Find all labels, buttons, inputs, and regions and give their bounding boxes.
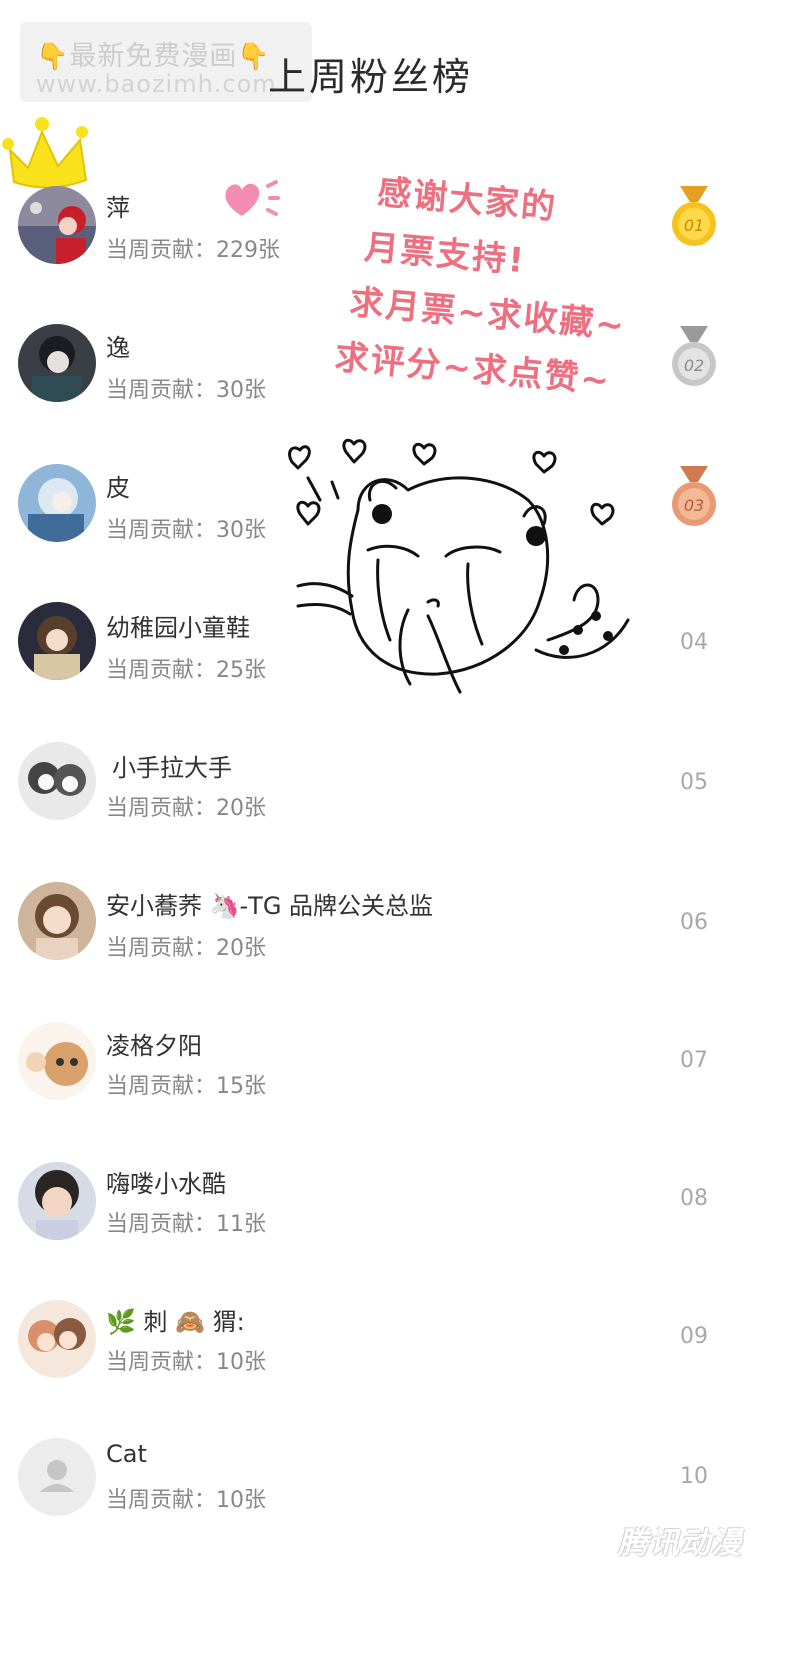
svg-text:02: 02 [684, 356, 704, 375]
fan-name: 萍 [106, 194, 130, 222]
rank-number: 06 [680, 910, 708, 935]
user-avatar[interactable] [18, 1162, 96, 1240]
fan-contribution: 当周贡献：15张 [106, 1074, 266, 1099]
user-avatar[interactable] [18, 742, 96, 820]
watermark-line1: 最新免费漫画 [69, 41, 238, 72]
pointing-hand-icon: 👇 [36, 42, 70, 72]
user-avatar[interactable] [18, 464, 96, 542]
pointing-hand-icon: 👇 [237, 42, 271, 72]
silver-medal-icon: 02 [672, 326, 716, 386]
cheer-line2: 月票支持! [362, 227, 528, 282]
fan-name: 嗨喽小水酷 [106, 1170, 226, 1198]
page-title: 上周粉丝榜 [268, 55, 474, 99]
fan-name: 🌿 刺 🙈 猬: [106, 1308, 245, 1336]
bronze-medal-icon: 03 [672, 466, 716, 526]
rank-number: 07 [680, 1048, 708, 1073]
fan-name: 安小蕎荞 🦄-TG 品牌公关总监 [106, 892, 434, 920]
fan-contribution: 当周贡献：229张 [106, 238, 280, 263]
fan-contribution: 当周贡献：10张 [106, 1488, 266, 1513]
fan-name: 幼稚园小童鞋 [106, 614, 250, 642]
fan-name: 逸 [106, 334, 130, 362]
fan-row[interactable]: 安小蕎荞 🦄-TG 品牌公关总监 当周贡献：20张 06 [0, 870, 800, 990]
user-avatar[interactable] [18, 324, 96, 402]
fan-contribution: 当周贡献：30张 [106, 518, 266, 543]
user-avatar[interactable] [18, 602, 96, 680]
user-avatar[interactable] [18, 1022, 96, 1100]
svg-text:03: 03 [684, 496, 704, 515]
fan-name: 小手拉大手 [112, 754, 232, 782]
fan-contribution: 当周贡献：20张 [106, 796, 266, 821]
fan-row[interactable]: 嗨喽小水酷 当周贡献：11张 08 [0, 1150, 800, 1270]
rank-number: 05 [680, 770, 708, 795]
default-avatar-icon[interactable] [18, 1438, 96, 1516]
watermark-line2: www.baozimh.com [36, 70, 277, 98]
fan-name: 皮 [106, 474, 130, 502]
user-avatar[interactable] [18, 1300, 96, 1378]
fan-contribution: 当周贡献：10张 [106, 1350, 266, 1375]
rank-number: 10 [680, 1464, 708, 1489]
cheer-message: 感谢大家的 月票支持! 求月票~求收藏~ 求评分~求点赞~ [328, 162, 680, 460]
user-avatar[interactable] [18, 186, 96, 264]
svg-text:01: 01 [684, 216, 704, 235]
heart-icon [225, 180, 280, 216]
fan-contribution: 当周贡献：11张 [106, 1212, 266, 1237]
fan-contribution: 当周贡献：30张 [106, 378, 266, 403]
fan-name: Cat [106, 1440, 147, 1468]
fan-row[interactable]: 小手拉大手 当周贡献：20张 05 [0, 730, 800, 850]
tencent-comic-watermark: 腾讯动漫 [618, 1526, 742, 1561]
user-avatar[interactable] [18, 882, 96, 960]
fan-name: 凌格夕阳 [106, 1032, 202, 1060]
rank-number: 09 [680, 1324, 708, 1349]
crying-cat-doodle [288, 438, 630, 694]
fan-contribution: 当周贡献：20张 [106, 936, 266, 961]
rank-number: 04 [680, 630, 708, 655]
fan-row[interactable]: 凌格夕阳 当周贡献：15张 07 [0, 1010, 800, 1130]
rank-number: 08 [680, 1186, 708, 1211]
fan-row[interactable]: 🌿 刺 🙈 猬: 当周贡献：10张 09 [0, 1290, 800, 1410]
fan-contribution: 当周贡献：25张 [106, 658, 266, 683]
